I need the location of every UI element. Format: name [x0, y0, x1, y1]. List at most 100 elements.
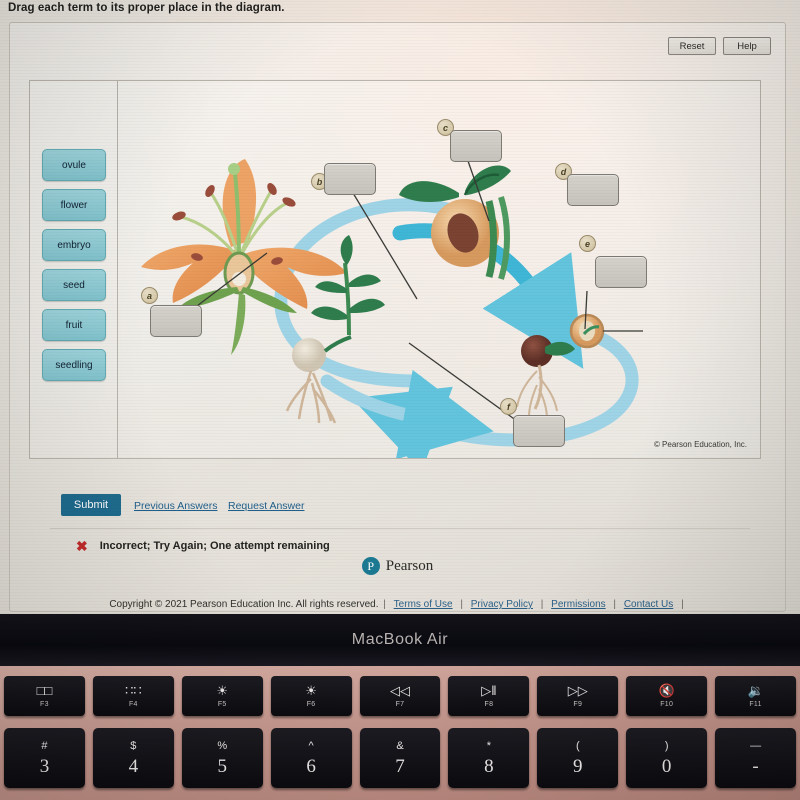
number-key-row: #3 $4% 5 ^ 6 & 7 * 8(9) 0— - — [0, 728, 800, 792]
number-key--[interactable]: — - — [715, 728, 797, 788]
function-key-row: □□ F3 ∷∷ F4 ☀ F5 ☀ F6 ◁◁ F7 ▷‖ F8 ▷▷ F9 🔇 F10 🔉 F11 — [0, 676, 800, 720]
key-base-label: 0 — [661, 755, 672, 777]
drop-target-f[interactable] — [513, 415, 565, 447]
key-label: F6 — [306, 701, 316, 708]
term-chip-flower[interactable]: flower — [42, 189, 106, 221]
function-key-f8[interactable]: ▷‖ F8 — [448, 676, 530, 716]
submit-button[interactable]: Submit — [61, 494, 121, 516]
term-chip-embryo[interactable]: embryo — [42, 229, 106, 261]
drop-target-b[interactable] — [324, 163, 376, 195]
term-chip-ovule[interactable]: ovule — [42, 149, 106, 181]
key-label: F5 — [217, 701, 227, 708]
x-mark-icon: ✖ — [76, 537, 88, 554]
function-key-f9[interactable]: ▷▷ F9 — [537, 676, 619, 716]
diagram-frame: ovule flower embryo seed fruit seedling — [29, 80, 761, 459]
key-glyph-icon: ▷‖ — [481, 683, 497, 698]
pearson-p-icon: P — [361, 557, 380, 575]
key-shift-label: ) — [664, 739, 669, 752]
term-chip-seedling[interactable]: seedling — [42, 349, 106, 381]
key-glyph-icon: □□ — [36, 683, 53, 698]
help-button[interactable]: Help — [723, 37, 771, 55]
drop-target-e[interactable] — [595, 256, 647, 288]
term-bank: ovule flower embryo seed fruit seedling — [30, 81, 118, 458]
drop-target-c[interactable] — [450, 130, 502, 162]
term-chip-fruit[interactable]: fruit — [42, 309, 106, 341]
number-key-0[interactable]: ) 0 — [626, 728, 708, 788]
marker-f: f — [500, 398, 517, 415]
diagram-canvas: a b c d e f © Pearson Education, Inc. — [117, 81, 760, 458]
key-shift-label: ( — [575, 739, 580, 752]
key-glyph-icon: ☀ — [305, 683, 317, 698]
contact-us-link[interactable]: Contact Us — [624, 599, 673, 610]
number-key-5[interactable]: % 5 — [181, 728, 263, 788]
request-answer-link[interactable]: Request Answer — [228, 500, 304, 512]
permissions-link[interactable]: Permissions — [551, 599, 605, 610]
number-key-8[interactable]: * 8 — [448, 728, 530, 788]
function-key-f11[interactable]: 🔉 F11 — [715, 676, 797, 716]
footer-separator: | — [460, 599, 463, 610]
key-shift-label: & — [396, 739, 404, 752]
number-key-9[interactable]: (9 — [537, 728, 619, 788]
footer-separator: | — [383, 599, 386, 610]
marker-e: e — [579, 235, 596, 252]
question-card: Reset Help ovule flower embryo seed frui… — [9, 22, 786, 612]
number-key-4[interactable]: $4 — [92, 728, 174, 788]
key-shift-label: % — [217, 739, 228, 752]
key-glyph-icon: ☀ — [216, 683, 229, 698]
laptop-screen: Drag each term to its proper place in th… — [0, 0, 800, 620]
privacy-policy-link[interactable]: Privacy Policy — [471, 599, 533, 610]
term-chip-seed[interactable]: seed — [42, 269, 106, 301]
instruction-text: Drag each term to its proper place in th… — [8, 2, 285, 14]
key-shift-label: — — [750, 739, 762, 752]
number-key-3[interactable]: #3 — [4, 728, 85, 788]
drop-target-a[interactable] — [150, 305, 202, 337]
number-key-7[interactable]: & 7 — [359, 728, 441, 788]
key-shift-label: # — [41, 739, 48, 752]
function-key-f5[interactable]: ☀ F5 — [181, 676, 263, 716]
laptop-keyboard-deck: □□ F3 ∷∷ F4 ☀ F5 ☀ F6 ◁◁ F7 ▷‖ F8 ▷▷ F9 🔇 F10 🔉 F11 #3 $4%… — [0, 666, 800, 800]
key-label: F3 — [40, 701, 49, 708]
function-key-f6[interactable]: ☀ F6 — [270, 676, 352, 716]
footer-separator: | — [681, 599, 684, 610]
key-glyph-icon: 🔇 — [658, 683, 675, 698]
copyright-text: Copyright © 2021 Pearson Education Inc. … — [109, 599, 379, 610]
diagram-credit: © Pearson Education, Inc. — [653, 440, 747, 449]
function-key-f10[interactable]: 🔇 F10 — [626, 676, 708, 716]
key-shift-label: * — [486, 739, 492, 752]
laptop-bezel: MacBook Air — [0, 614, 800, 666]
footer-separator: | — [613, 599, 617, 610]
key-base-label: 4 — [128, 755, 139, 777]
key-base-label: 3 — [39, 755, 50, 777]
key-base-label: 7 — [395, 755, 405, 777]
key-base-label: - — [752, 755, 759, 777]
key-glyph-icon: ▷▷ — [567, 683, 588, 698]
key-label: F9 — [573, 701, 583, 708]
pearson-logo: P Pearson — [10, 557, 785, 575]
key-shift-label: $ — [130, 739, 137, 752]
footer: Copyright © 2021 Pearson Education Inc. … — [10, 599, 785, 610]
key-base-label: 6 — [306, 755, 316, 777]
reset-button[interactable]: Reset — [668, 37, 716, 55]
footer-separator: | — [540, 599, 544, 610]
key-label: F8 — [484, 701, 494, 708]
function-key-f3[interactable]: □□ F3 — [4, 676, 85, 716]
feedback-message: Incorrect; Try Again; One attempt remain… — [99, 540, 330, 552]
key-base-label: 5 — [217, 755, 227, 777]
macbook-air-label: MacBook Air — [351, 631, 449, 648]
key-shift-label: ^ — [308, 739, 314, 752]
terms-of-use-link[interactable]: Terms of Use — [394, 599, 453, 610]
diagram-toolbar: Reset Help — [668, 37, 771, 55]
function-key-f7[interactable]: ◁◁ F7 — [359, 676, 441, 716]
key-glyph-icon: 🔉 — [747, 683, 764, 698]
previous-answers-link[interactable]: Previous Answers — [134, 500, 217, 512]
key-label: F11 — [749, 701, 762, 708]
key-label: F7 — [395, 701, 405, 708]
drop-target-d[interactable] — [567, 174, 619, 206]
key-glyph-icon: ∷∷ — [125, 683, 142, 698]
key-base-label: 8 — [484, 755, 494, 777]
plant-life-cycle-illustration — [141, 140, 643, 458]
function-key-f4[interactable]: ∷∷ F4 — [92, 676, 174, 716]
key-label: F10 — [660, 701, 674, 708]
key-base-label: 9 — [573, 755, 583, 777]
number-key-6[interactable]: ^ 6 — [270, 728, 352, 788]
